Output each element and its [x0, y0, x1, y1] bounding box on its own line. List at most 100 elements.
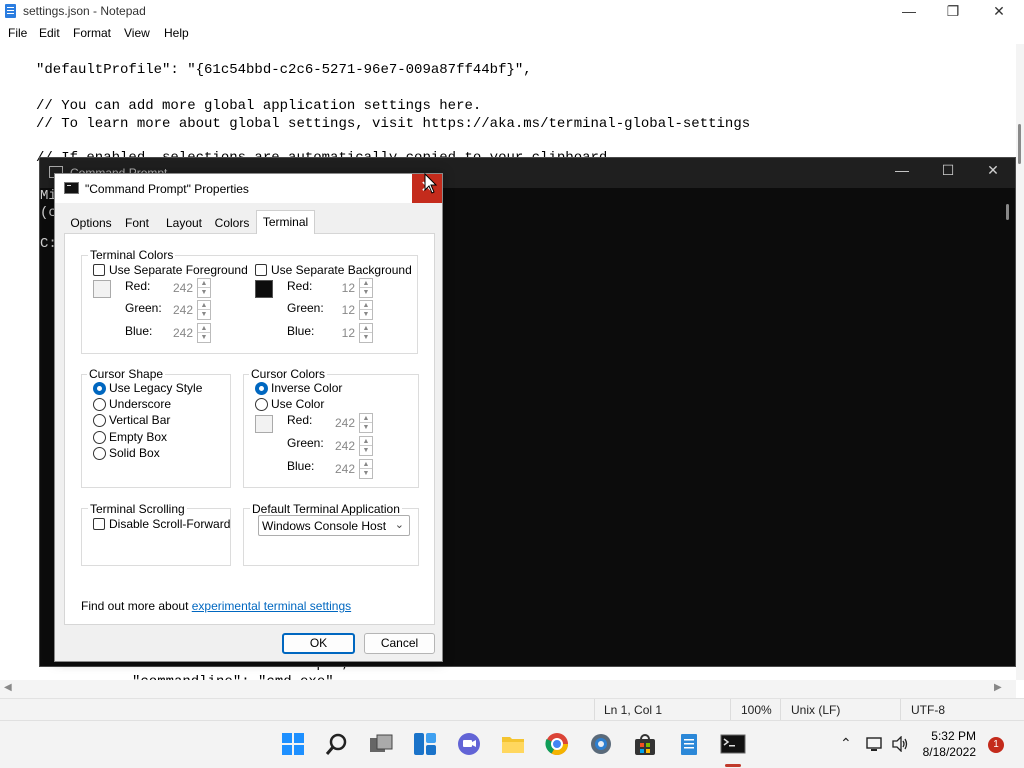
stepper-value[interactable]: 242	[169, 278, 197, 298]
menu-view[interactable]: View	[124, 26, 150, 40]
console-maximize-button[interactable]: ☐	[928, 162, 968, 179]
close-button[interactable]: ✕	[976, 0, 1022, 24]
console-close-button[interactable]: ✕	[973, 162, 1013, 179]
stepper-value[interactable]: 12	[331, 278, 359, 298]
foreground-green-stepper[interactable]: 242 ▲ ▼	[169, 300, 211, 320]
console-minimize-button[interactable]: —	[882, 162, 922, 178]
inverse-color-radio[interactable]	[255, 382, 268, 395]
scroll-left-icon[interactable]: ◀	[4, 682, 12, 693]
show-hidden-icons-chevron[interactable]: ⌃	[840, 735, 852, 752]
use-color-radio[interactable]	[255, 398, 268, 411]
cursor-empty-box-radio[interactable]	[93, 431, 106, 444]
stepper-value[interactable]: 242	[169, 300, 197, 320]
stepper-buttons[interactable]: ▲ ▼	[359, 278, 373, 298]
cursor-green-stepper[interactable]: 242 ▲ ▼	[331, 436, 373, 456]
tab-terminal[interactable]: Terminal	[256, 210, 315, 234]
cursor-underscore-radio[interactable]	[93, 398, 106, 411]
spin-down-icon[interactable]: ▼	[360, 333, 372, 342]
store-icon[interactable]	[632, 731, 658, 757]
stepper-buttons[interactable]: ▲ ▼	[359, 436, 373, 456]
spin-up-icon[interactable]: ▲	[360, 437, 372, 446]
stepper-buttons[interactable]: ▲ ▼	[197, 278, 211, 298]
chrome-icon[interactable]	[544, 731, 570, 757]
cursor-legacy-radio[interactable]	[93, 382, 106, 395]
stepper-buttons[interactable]: ▲ ▼	[359, 459, 373, 479]
cursor-blue-stepper[interactable]: 242 ▲ ▼	[331, 459, 373, 479]
maximize-button[interactable]: ❐	[930, 0, 976, 24]
separate-background-checkbox[interactable]	[255, 264, 267, 276]
widgets-icon[interactable]	[412, 731, 438, 757]
terminal-icon[interactable]	[720, 731, 746, 757]
spin-down-icon[interactable]: ▼	[360, 310, 372, 319]
foreground-red-stepper[interactable]: 242 ▲ ▼	[169, 278, 211, 298]
start-icon[interactable]	[280, 731, 306, 757]
cancel-button[interactable]: Cancel	[364, 633, 435, 654]
vertical-scrollbar[interactable]	[1016, 44, 1024, 680]
volume-icon[interactable]	[891, 736, 909, 752]
stepper-buttons[interactable]: ▲ ▼	[359, 323, 373, 343]
spin-down-icon[interactable]: ▼	[360, 288, 372, 297]
blue-label: Blue:	[125, 324, 153, 338]
foreground-blue-stepper[interactable]: 242 ▲ ▼	[169, 323, 211, 343]
stepper-value[interactable]: 242	[169, 323, 197, 343]
spin-down-icon[interactable]: ▼	[360, 446, 372, 455]
background-green-stepper[interactable]: 12 ▲ ▼	[331, 300, 373, 320]
spin-up-icon[interactable]: ▲	[198, 279, 210, 288]
task-view-icon[interactable]	[368, 731, 394, 757]
spin-down-icon[interactable]: ▼	[198, 333, 210, 342]
cursor-red-stepper[interactable]: 242 ▲ ▼	[331, 413, 373, 433]
menu-file[interactable]: File	[8, 26, 27, 40]
separate-foreground-checkbox[interactable]	[93, 264, 105, 276]
scrollbar-thumb[interactable]	[1018, 124, 1021, 164]
spin-up-icon[interactable]: ▲	[360, 460, 372, 469]
window-title: settings.json - Notepad	[23, 4, 146, 18]
tab-layout[interactable]: Layout	[162, 212, 206, 233]
spin-up-icon[interactable]: ▲	[360, 301, 372, 310]
stepper-value[interactable]: 242	[331, 413, 359, 433]
stepper-buttons[interactable]: ▲ ▼	[197, 300, 211, 320]
minimize-button[interactable]: —	[886, 0, 932, 24]
scroll-right-icon[interactable]: ▶	[994, 682, 1002, 693]
disable-scroll-forward-checkbox[interactable]	[93, 518, 105, 530]
notification-badge[interactable]: 1	[988, 737, 1004, 753]
ok-button[interactable]: OK	[282, 633, 355, 654]
stepper-buttons[interactable]: ▲ ▼	[197, 323, 211, 343]
tab-options[interactable]: Options	[65, 212, 117, 233]
stepper-buttons[interactable]: ▲ ▼	[359, 413, 373, 433]
cursor-vertical-bar-radio[interactable]	[93, 414, 106, 427]
console-scrollbar-thumb[interactable]	[1006, 204, 1009, 220]
background-red-stepper[interactable]: 12 ▲ ▼	[331, 278, 373, 298]
tab-colors[interactable]: Colors	[212, 212, 252, 233]
menu-format[interactable]: Format	[73, 26, 111, 40]
spin-up-icon[interactable]: ▲	[198, 301, 210, 310]
spin-down-icon[interactable]: ▼	[198, 288, 210, 297]
editor-line: // You can add more global application s…	[36, 98, 482, 114]
stepper-value[interactable]: 12	[331, 323, 359, 343]
spin-down-icon[interactable]: ▼	[198, 310, 210, 319]
stepper-value[interactable]: 242	[331, 459, 359, 479]
spin-down-icon[interactable]: ▼	[360, 469, 372, 478]
stepper-value[interactable]: 242	[331, 436, 359, 456]
spin-up-icon[interactable]: ▲	[360, 414, 372, 423]
spin-up-icon[interactable]: ▲	[360, 324, 372, 333]
stepper-value[interactable]: 12	[331, 300, 359, 320]
background-blue-stepper[interactable]: 12 ▲ ▼	[331, 323, 373, 343]
stepper-buttons[interactable]: ▲ ▼	[359, 300, 373, 320]
clock[interactable]: 5:32 PM 8/18/2022	[920, 728, 976, 760]
spin-down-icon[interactable]: ▼	[360, 423, 372, 432]
file-explorer-icon[interactable]	[500, 731, 526, 757]
notepad-icon[interactable]	[676, 731, 702, 757]
menu-edit[interactable]: Edit	[39, 26, 60, 40]
tab-font[interactable]: Font	[119, 212, 155, 233]
experimental-settings-link[interactable]: experimental terminal settings	[192, 599, 351, 613]
default-terminal-select[interactable]: Windows Console Host ⌄	[258, 515, 410, 536]
cursor-solid-box-radio[interactable]	[93, 447, 106, 460]
horizontal-scrollbar[interactable]: ◀ ▶	[0, 680, 1016, 698]
spin-up-icon[interactable]: ▲	[360, 279, 372, 288]
network-icon[interactable]	[866, 736, 884, 752]
search-icon[interactable]	[324, 731, 350, 757]
chat-icon[interactable]	[456, 731, 482, 757]
menu-help[interactable]: Help	[164, 26, 189, 40]
spin-up-icon[interactable]: ▲	[198, 324, 210, 333]
settings-icon[interactable]	[588, 731, 614, 757]
